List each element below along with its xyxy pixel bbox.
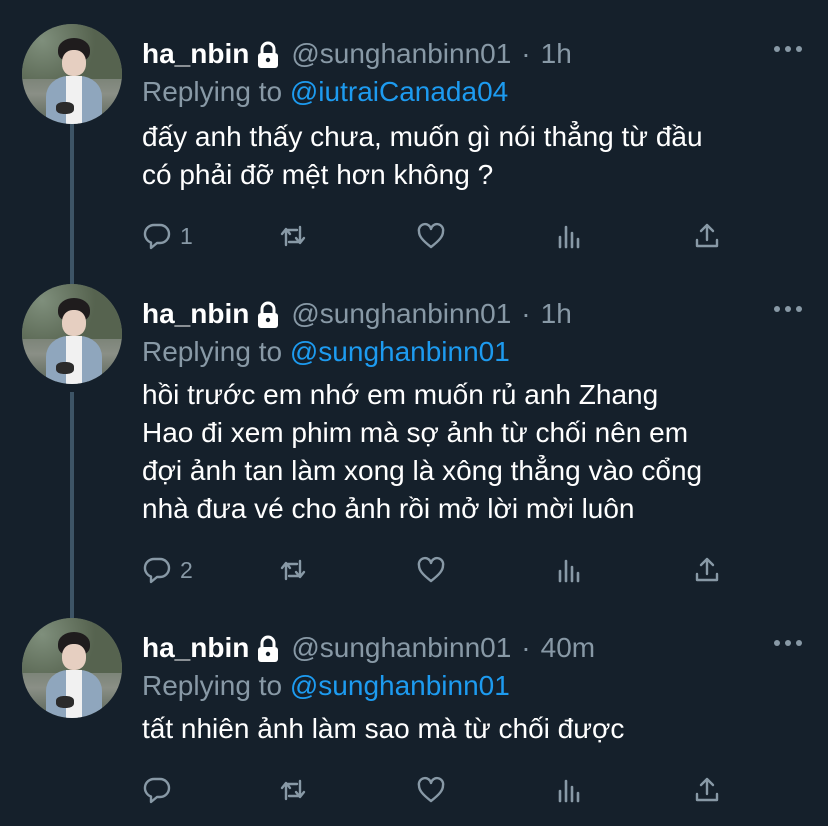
action-bar: 1 (142, 218, 732, 254)
analytics-button[interactable] (554, 772, 584, 808)
mention-link[interactable]: @sunghanbinn01 (290, 336, 510, 367)
analytics-icon (558, 225, 580, 249)
like-icon (417, 556, 445, 583)
analytics-icon (558, 779, 580, 803)
share-button[interactable] (692, 218, 722, 254)
reply-count: 1 (180, 222, 193, 249)
more-icon[interactable] (774, 304, 802, 314)
replying-to: Replying to @sunghanbinn01 (142, 336, 510, 368)
retweet-button[interactable] (278, 552, 308, 588)
text-line: đợi ảnh tan làm xong là xông thẳng vào c… (142, 455, 703, 486)
mention-link[interactable]: @sunghanbinn01 (290, 670, 510, 701)
tweet-thread: ha_nbin @sunghanbinn01 · 1h Replying to … (0, 0, 828, 826)
reply-button[interactable]: 2 (142, 552, 193, 588)
display-name[interactable]: ha_nbin (142, 298, 249, 330)
avatar[interactable] (22, 284, 122, 384)
replying-to: Replying to @sunghanbinn01 (142, 670, 510, 702)
share-button[interactable] (692, 772, 722, 808)
user-handle[interactable]: @sunghanbinn01 (291, 632, 511, 664)
analytics-button[interactable] (554, 552, 584, 588)
retweet-icon (280, 225, 306, 247)
more-icon[interactable] (774, 638, 802, 648)
tweet-text: đấy anh thấy chưa, muốn gì nói thẳng từ … (142, 118, 812, 194)
like-button[interactable] (416, 218, 446, 254)
tweet-header: ha_nbin @sunghanbinn01 · 1h (142, 296, 572, 332)
reply-icon (143, 223, 171, 250)
text-line: có phải đỡ mệt hơn không ? (142, 159, 494, 190)
text-line: tất nhiên ảnh làm sao mà từ chối được (142, 713, 625, 744)
avatar[interactable] (22, 618, 122, 718)
retweet-button[interactable] (278, 218, 308, 254)
share-icon (695, 777, 719, 802)
replying-to: Replying to @iutraiCanada04 (142, 76, 508, 108)
tweet[interactable]: ha_nbin @sunghanbinn01 · 1h Replying to … (0, 284, 828, 598)
lock-icon (255, 301, 281, 329)
lock-icon (255, 635, 281, 663)
share-icon (695, 223, 719, 248)
reply-count: 2 (180, 556, 193, 583)
retweet-button[interactable] (278, 772, 308, 808)
share-icon (695, 557, 719, 582)
timestamp[interactable]: 40m (541, 632, 595, 664)
share-button[interactable] (692, 552, 722, 588)
text-line: đấy anh thấy chưa, muốn gì nói thẳng từ … (142, 121, 703, 152)
like-button[interactable] (416, 772, 446, 808)
replying-label: Replying to (142, 336, 283, 367)
reply-button[interactable]: 1 (142, 218, 193, 254)
replying-label: Replying to (142, 670, 283, 701)
analytics-icon (558, 559, 580, 583)
display-name[interactable]: ha_nbin (142, 38, 249, 70)
tweet[interactable]: ha_nbin @sunghanbinn01 · 1h Replying to … (0, 24, 828, 264)
separator: · (521, 38, 531, 69)
lock-icon (255, 41, 281, 69)
action-bar (142, 772, 732, 808)
action-bar: 2 (142, 552, 732, 588)
display-name[interactable]: ha_nbin (142, 632, 249, 664)
text-line: nhà đưa vé cho ảnh rồi mở lời mời luôn (142, 493, 635, 524)
analytics-button[interactable] (554, 218, 584, 254)
reply-button[interactable] (142, 772, 172, 808)
user-handle[interactable]: @sunghanbinn01 (291, 298, 511, 330)
mention-link[interactable]: @iutraiCanada04 (290, 76, 508, 107)
timestamp[interactable]: 1h (541, 38, 572, 70)
retweet-icon (280, 779, 306, 801)
like-button[interactable] (416, 552, 446, 588)
like-icon (417, 222, 445, 249)
tweet-header: ha_nbin @sunghanbinn01 · 1h (142, 36, 572, 72)
more-icon[interactable] (774, 44, 802, 54)
tweet[interactable]: ha_nbin @sunghanbinn01 · 40m Replying to… (0, 618, 828, 818)
avatar[interactable] (22, 24, 122, 124)
tweet-header: ha_nbin @sunghanbinn01 · 40m (142, 630, 595, 666)
text-line: Hao đi xem phim mà sợ ảnh từ chối nên em (142, 417, 689, 448)
text-line: hồi trước em nhớ em muốn rủ anh Zhang (142, 379, 659, 410)
timestamp[interactable]: 1h (541, 298, 572, 330)
reply-icon (143, 777, 171, 804)
separator: · (521, 632, 531, 663)
separator: · (521, 298, 531, 329)
tweet-text: tất nhiên ảnh làm sao mà từ chối được (142, 710, 812, 748)
replying-label: Replying to (142, 76, 283, 107)
reply-icon (143, 557, 171, 584)
user-handle[interactable]: @sunghanbinn01 (291, 38, 511, 70)
like-icon (417, 776, 445, 803)
retweet-icon (280, 559, 306, 581)
tweet-text: hồi trước em nhớ em muốn rủ anh Zhang Ha… (142, 376, 812, 528)
